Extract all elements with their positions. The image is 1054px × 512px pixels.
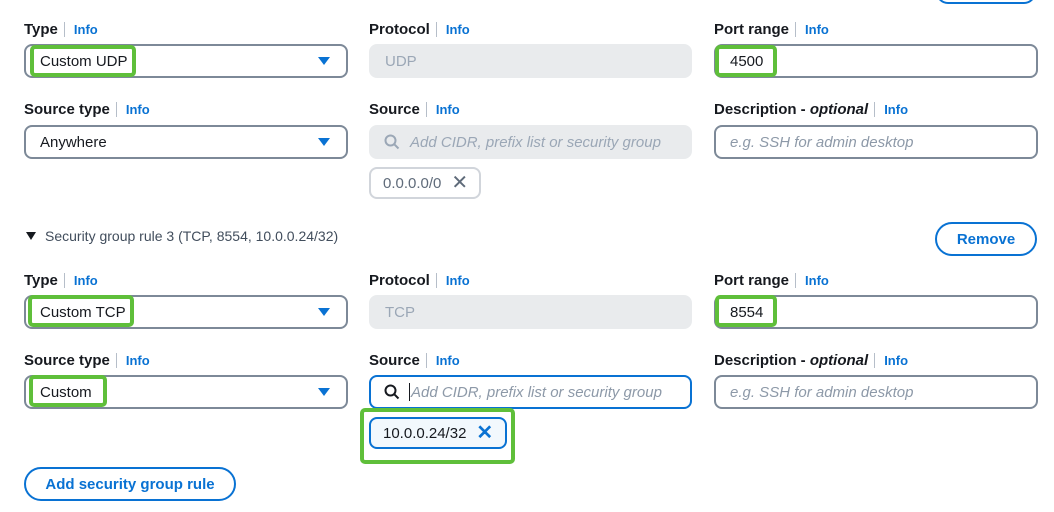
protocol-value: UDP <box>385 52 417 70</box>
protocol-field: UDP <box>369 44 692 78</box>
description-label: Description - optional Info <box>714 101 909 118</box>
type-info-link[interactable]: Info <box>63 22 98 37</box>
source-label: Source Info <box>369 101 460 118</box>
source-info-link[interactable]: Info <box>425 102 460 117</box>
remove-token-icon: ✕ <box>451 172 469 194</box>
port-range-info-link[interactable]: Info <box>795 273 829 288</box>
highlight-type <box>30 45 136 77</box>
description-label: Description - optional Info <box>714 352 909 369</box>
source-type-info-link[interactable]: Info <box>115 353 150 368</box>
source-type-label: Source type Info <box>24 101 150 118</box>
protocol-info-link[interactable]: Info <box>435 273 470 288</box>
port-range-label: Port range Info <box>714 272 829 289</box>
port-range-info-link[interactable]: Info <box>795 22 829 37</box>
source-placeholder: Add CIDR, prefix list or security group <box>411 383 662 401</box>
source-type-select[interactable]: Anywhere <box>24 125 348 159</box>
add-security-group-rule-button[interactable]: Add security group rule <box>24 467 236 501</box>
source-token: 10.0.0.24/32 ✕ <box>369 417 507 449</box>
type-label: Type Info <box>24 21 98 38</box>
description-info-link[interactable]: Info <box>874 102 909 117</box>
description-input[interactable]: e.g. SSH for admin desktop <box>714 125 1038 159</box>
remove-token-icon[interactable]: ✕ <box>476 423 493 443</box>
caret-down-icon <box>318 388 330 396</box>
remove-button[interactable]: Remove <box>935 222 1037 256</box>
source-info-link[interactable]: Info <box>425 353 460 368</box>
source-input[interactable]: Add CIDR, prefix list or security group <box>369 375 692 409</box>
description-input[interactable]: e.g. SSH for admin desktop <box>714 375 1038 409</box>
port-range-label: Port range Info <box>714 21 829 38</box>
source-placeholder: Add CIDR, prefix list or security group <box>410 133 661 151</box>
source-label: Source Info <box>369 352 460 369</box>
expand-triangle-icon <box>26 232 36 240</box>
type-info-link[interactable]: Info <box>63 273 98 288</box>
protocol-field: TCP <box>369 295 692 329</box>
source-type-label: Source type Info <box>24 352 150 369</box>
protocol-label: Protocol Info <box>369 21 470 38</box>
search-icon <box>384 134 400 150</box>
highlight-port <box>715 45 777 77</box>
rule3-header[interactable]: Security group rule 3 (TCP, 8554, 10.0.0… <box>26 228 338 244</box>
description-placeholder: e.g. SSH for admin desktop <box>730 383 914 401</box>
protocol-label: Protocol Info <box>369 272 470 289</box>
text-cursor <box>409 383 410 401</box>
description-info-link[interactable]: Info <box>874 353 909 368</box>
source-token-value: 0.0.0.0/0 <box>383 174 442 192</box>
protocol-info-link[interactable]: Info <box>435 22 470 37</box>
caret-down-icon <box>318 57 330 65</box>
source-type-value: Anywhere <box>40 133 107 151</box>
source-input: Add CIDR, prefix list or security group <box>369 125 692 159</box>
protocol-value: TCP <box>385 303 415 321</box>
rule3-header-text: Security group rule 3 (TCP, 8554, 10.0.0… <box>45 228 339 244</box>
partial-button-top <box>936 0 1036 4</box>
caret-down-icon <box>318 308 330 316</box>
highlight-type <box>28 295 134 327</box>
search-icon <box>384 384 400 400</box>
source-token: 0.0.0.0/0 ✕ <box>369 167 481 199</box>
highlight-port <box>715 295 777 327</box>
highlight-source-type <box>29 375 107 407</box>
type-label: Type Info <box>24 272 98 289</box>
source-type-info-link[interactable]: Info <box>115 102 150 117</box>
description-placeholder: e.g. SSH for admin desktop <box>730 133 914 151</box>
caret-down-icon <box>318 138 330 146</box>
source-token-value: 10.0.0.24/32 <box>383 424 467 442</box>
